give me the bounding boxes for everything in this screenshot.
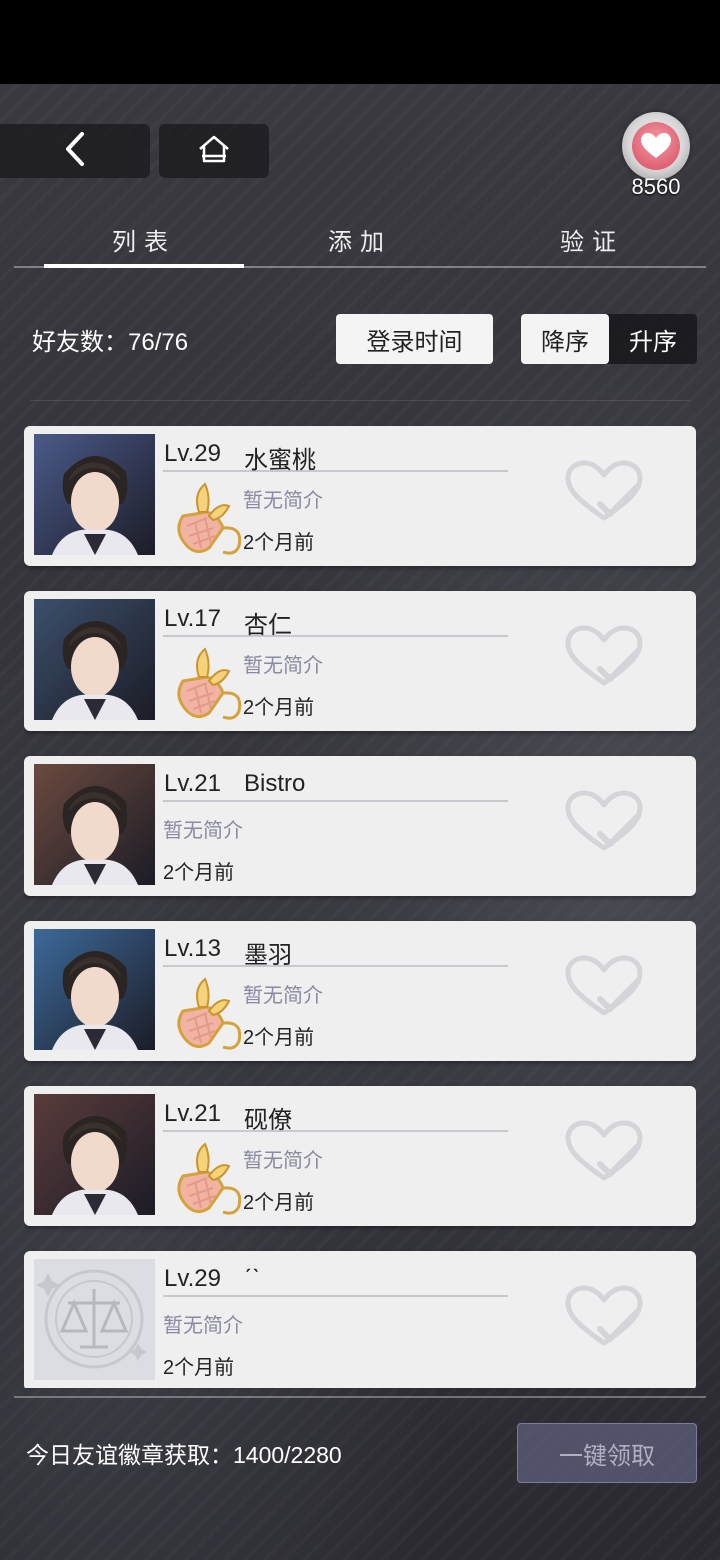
tab-verify[interactable]: 验证 [492,220,692,266]
sort-field-button[interactable]: 登录时间 [336,314,493,364]
daily-badge-progress: 今日友谊徽章获取：1400/2280 [26,1442,342,1468]
friendship-badge-icon [163,971,245,1053]
friend-level: Lv.13 [164,935,221,962]
friendship-badge-icon [163,1136,245,1218]
sort-order-toggle: 降序 升序 [521,314,697,364]
currency-count: 8560 [631,174,681,199]
friend-bio: 暂无简介 [243,985,323,1007]
friend-bio: 暂无简介 [163,1315,243,1337]
name-row: Lv.17 杏仁 [163,605,508,639]
send-heart-icon[interactable] [564,1285,644,1351]
heart-coin-icon [622,112,690,180]
avatar[interactable] [34,1259,155,1380]
friend-bio: 暂无简介 [243,490,323,512]
avatar[interactable] [34,764,155,885]
status-bar [0,0,720,84]
friend-count: 好友数：76/76 [32,329,189,356]
friend-name: 水蜜桃 [244,447,316,474]
avatar[interactable] [34,929,155,1050]
name-row: Lv.21 砚僚 [163,1100,508,1134]
friendship-currency: 8560 [620,112,692,200]
friend-bio: 暂无简介 [163,820,243,842]
tab-list[interactable]: 列表 [44,220,244,268]
friend-card[interactable]: Lv.21 Bistro 暂无简介 2个月前 [24,756,696,896]
friend-card[interactable]: Lv.17 杏仁暂无简介 2个月前 [24,591,696,731]
send-heart-icon[interactable] [564,790,644,856]
home-button[interactable] [159,124,269,178]
friend-level: Lv.17 [164,605,221,632]
friendship-badge-icon [163,641,245,723]
divider [14,1396,706,1398]
send-heart-icon[interactable] [564,955,644,1021]
home-icon [197,134,231,169]
friend-bio: 暂无简介 [243,1150,323,1172]
avatar[interactable] [34,1094,155,1215]
chevron-left-icon [63,131,87,172]
last-login-time: 2个月前 [163,862,235,884]
friend-bio: 暂无简介 [243,655,323,677]
last-login-time: 2个月前 [243,1192,315,1214]
friend-card[interactable]: Lv.13 墨羽暂无简介 2个月前 [24,921,696,1061]
name-row: Lv.29 水蜜桃 [163,440,508,474]
name-row: Lv.13 墨羽 [163,935,508,969]
last-login-time: 2个月前 [243,1027,315,1049]
friend-level: Lv.29 [164,1265,221,1292]
send-heart-icon[interactable] [564,1120,644,1186]
friend-card[interactable]: Lv.29 水蜜桃暂无简介 2个月前 [24,426,696,566]
avatar[interactable] [34,599,155,720]
friend-level: Lv.21 [164,770,221,797]
friend-name: Bistro [244,770,306,797]
divider [30,400,690,401]
tab-add[interactable]: 添加 [260,220,460,266]
last-login-time: 2个月前 [163,1357,235,1379]
friend-name: 杏仁 [244,612,292,639]
friend-level: Lv.29 [164,440,221,467]
friend-name: 砚僚 [244,1107,292,1134]
send-heart-icon[interactable] [564,460,644,526]
friend-level: Lv.21 [164,1100,221,1127]
friend-card[interactable]: Lv.29 ˊˋ 暂无简介 2个月前 [24,1251,696,1388]
name-row: Lv.21 Bistro [163,770,508,802]
order-asc-button[interactable]: 升序 [609,314,697,364]
friendship-badge-icon [163,476,245,558]
friend-list[interactable]: Lv.29 水蜜桃 暂无简介 2个月前 Lv.17 杏仁 暂无简介 2个月前 Lv.21 Bist… [24,426,696,1388]
claim-all-button[interactable]: 一键领取 [517,1423,697,1483]
name-row: Lv.29 ˊˋ [163,1265,508,1297]
tab-bar: 列表 添加 验证 [14,220,706,268]
avatar[interactable] [34,434,155,555]
last-login-time: 2个月前 [243,532,315,554]
last-login-time: 2个月前 [243,697,315,719]
friend-name: 墨羽 [244,942,292,969]
send-heart-icon[interactable] [564,625,644,691]
back-button[interactable] [0,124,150,178]
order-desc-button[interactable]: 降序 [521,314,609,364]
friend-card[interactable]: Lv.21 砚僚暂无简介 2个月前 [24,1086,696,1226]
friend-name: ˊˋ [244,1265,260,1292]
